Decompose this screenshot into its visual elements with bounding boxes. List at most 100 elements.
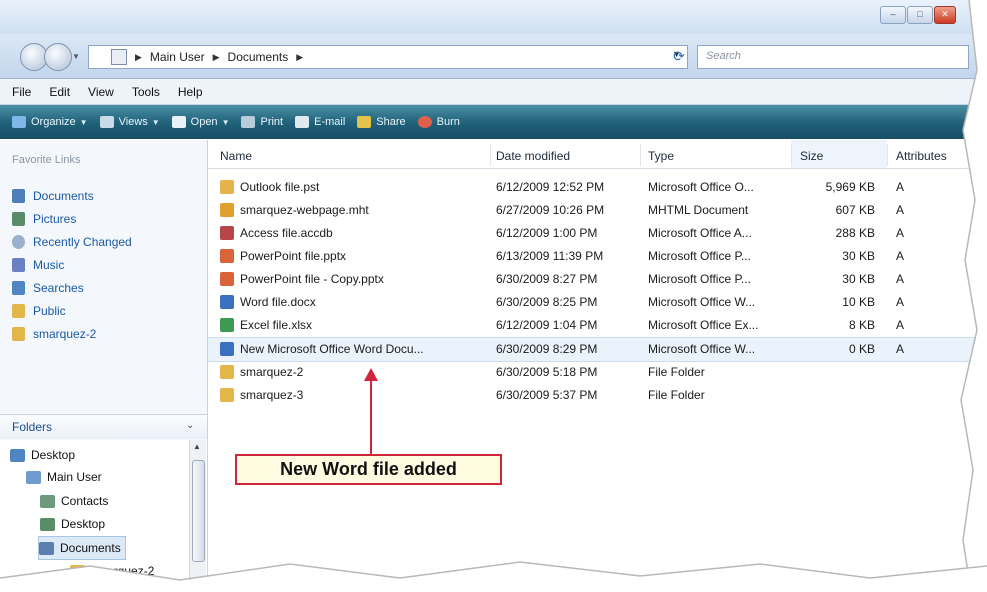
- file-size: 0 KB: [848, 342, 875, 356]
- breadcrumb-documents[interactable]: Documents: [228, 50, 289, 64]
- file-row[interactable]: smarquez-3 6/30/2009 5:37 PM File Folder: [208, 384, 987, 407]
- column-size[interactable]: Size: [800, 149, 823, 163]
- views-button[interactable]: Views ▼: [99, 116, 160, 128]
- folder-icon: [12, 303, 25, 318]
- favorite-link-label: Documents: [33, 188, 94, 203]
- file-date: 6/12/2009 1:04 PM: [496, 318, 598, 332]
- file-type: MHTML Document: [648, 203, 749, 217]
- favorite-link-public[interactable]: Public: [12, 299, 132, 322]
- column-divider[interactable]: [490, 144, 491, 166]
- address-field[interactable]: ▶ Main User ▶ Documents ▶ ▼: [88, 45, 688, 69]
- favorite-link-searches[interactable]: Searches: [12, 276, 132, 299]
- file-row[interactable]: Access file.accdb 6/12/2009 1:00 PM Micr…: [208, 222, 987, 245]
- file-row[interactable]: Outlook file.pst 6/12/2009 12:52 PM Micr…: [208, 176, 987, 199]
- excel-icon: [220, 318, 234, 332]
- folders-header[interactable]: Folders ⌄: [0, 414, 207, 439]
- file-row[interactable]: PowerPoint file - Copy.pptx 6/30/2009 8:…: [208, 268, 987, 291]
- file-name: Access file.accdb: [240, 226, 333, 240]
- tree-item-main-user[interactable]: Main User: [26, 466, 102, 488]
- web-icon: [220, 203, 234, 217]
- file-row[interactable]: Word file.docx 6/30/2009 8:25 PM Microso…: [208, 291, 987, 314]
- breadcrumb-separator-icon[interactable]: ▶: [296, 52, 303, 63]
- menu-help[interactable]: Help: [178, 85, 203, 99]
- favorite-link-recently-changed[interactable]: Recently Changed: [12, 230, 132, 253]
- share-button[interactable]: Share: [357, 116, 406, 128]
- print-icon: [241, 116, 256, 128]
- organize-dropdown-icon: ▼: [79, 117, 88, 127]
- file-row-selected[interactable]: New Microsoft Office Word Docu... 6/30/2…: [208, 337, 987, 362]
- burn-button[interactable]: Burn: [417, 116, 460, 128]
- menu-view[interactable]: View: [88, 85, 114, 99]
- column-divider[interactable]: [791, 144, 792, 166]
- column-attributes[interactable]: Attributes: [896, 149, 947, 163]
- forward-button[interactable]: [44, 43, 72, 71]
- contacts-icon: [40, 494, 55, 508]
- tree-item-label: Main User: [47, 470, 102, 484]
- powerpoint-icon: [220, 249, 234, 263]
- folder-icon: [220, 365, 234, 379]
- file-row[interactable]: PowerPoint file.pptx 6/13/2009 11:39 PM …: [208, 245, 987, 268]
- open-dropdown-icon: ▼: [221, 117, 230, 127]
- favorite-link-pictures[interactable]: Pictures: [12, 207, 132, 230]
- file-list: Name Date modified Type Size Attributes …: [208, 140, 987, 592]
- file-type: Microsoft Office Ex...: [648, 318, 759, 332]
- favorite-link-music[interactable]: Music: [12, 253, 132, 276]
- burn-icon: [417, 116, 432, 128]
- file-type: Microsoft Office O...: [648, 180, 754, 194]
- menu-tools[interactable]: Tools: [132, 85, 160, 99]
- file-attributes: A: [896, 180, 905, 194]
- minimize-icon[interactable]: –: [880, 6, 906, 24]
- organize-label: Organize: [31, 116, 76, 128]
- organize-icon: [12, 116, 26, 128]
- open-button[interactable]: Open ▼: [171, 116, 230, 128]
- file-row[interactable]: Excel file.xlsx 6/12/2009 1:04 PM Micros…: [208, 314, 987, 337]
- favorite-links-list: Documents Pictures Recently Changed Musi…: [12, 184, 132, 345]
- menu-edit[interactable]: Edit: [49, 85, 70, 99]
- breadcrumb-main-user[interactable]: Main User: [150, 50, 205, 64]
- file-size: 5,969 KB: [825, 180, 875, 194]
- tree-item-desktop[interactable]: Desktop: [10, 444, 75, 466]
- address-bar-row: ▼ ▶ Main User ▶ Documents ▶ ▼ ⟳ Search: [0, 34, 987, 79]
- file-date: 6/12/2009 12:52 PM: [496, 180, 605, 194]
- print-button[interactable]: Print: [241, 116, 283, 128]
- email-label: E-mail: [314, 116, 346, 128]
- breadcrumb-separator-icon[interactable]: ▶: [213, 52, 220, 63]
- breadcrumb-separator-icon[interactable]: ▶: [135, 52, 142, 63]
- search-input[interactable]: Search: [697, 45, 969, 69]
- window-controls: – □ ✕: [880, 6, 956, 24]
- column-name[interactable]: Name: [220, 149, 252, 163]
- menu-file[interactable]: File: [12, 85, 31, 99]
- desktop-folder-icon: [40, 517, 55, 531]
- file-attributes: A: [896, 318, 905, 332]
- open-label: Open: [190, 116, 218, 128]
- share-label: Share: [376, 116, 406, 128]
- explorer-window: – □ ✕ ▼ ▶ Main User ▶ Documents ▶ ▼ ⟳ Se…: [0, 0, 987, 592]
- favorite-links-heading: Favorite Links: [12, 154, 81, 166]
- scroll-up-icon[interactable]: ▲: [193, 442, 201, 451]
- pictures-icon: [12, 211, 25, 226]
- chevron-down-icon[interactable]: ⌄: [186, 420, 194, 431]
- column-type[interactable]: Type: [648, 149, 674, 163]
- tree-item-contacts[interactable]: Contacts: [40, 490, 108, 512]
- maximize-icon[interactable]: □: [907, 6, 933, 24]
- column-divider[interactable]: [887, 144, 888, 166]
- file-row[interactable]: smarquez-2 6/30/2009 5:18 PM File Folder: [208, 361, 987, 384]
- file-row[interactable]: smarquez-webpage.mht 6/27/2009 10:26 PM …: [208, 199, 987, 222]
- column-date-modified[interactable]: Date modified: [496, 149, 570, 163]
- outlook-icon: [220, 180, 234, 194]
- favorite-link-smarquez-2[interactable]: smarquez-2: [12, 322, 132, 345]
- file-size: 30 KB: [842, 272, 875, 286]
- file-attributes: A: [896, 226, 905, 240]
- file-type: File Folder: [648, 388, 705, 402]
- scrollbar-thumb[interactable]: [192, 460, 205, 562]
- favorite-link-documents[interactable]: Documents: [12, 184, 132, 207]
- tree-item-desktop-folder[interactable]: Desktop: [40, 513, 105, 535]
- email-button[interactable]: E-mail: [295, 116, 345, 128]
- favorite-link-label: Public: [33, 303, 66, 318]
- powerpoint-icon: [220, 272, 234, 286]
- recent-pages-dropdown-icon[interactable]: ▼: [72, 52, 80, 61]
- column-divider[interactable]: [640, 144, 641, 166]
- tree-item-label: Desktop: [61, 517, 106, 531]
- organize-button[interactable]: Organize ▼: [12, 116, 88, 128]
- refresh-icon[interactable]: ⟳: [666, 46, 692, 66]
